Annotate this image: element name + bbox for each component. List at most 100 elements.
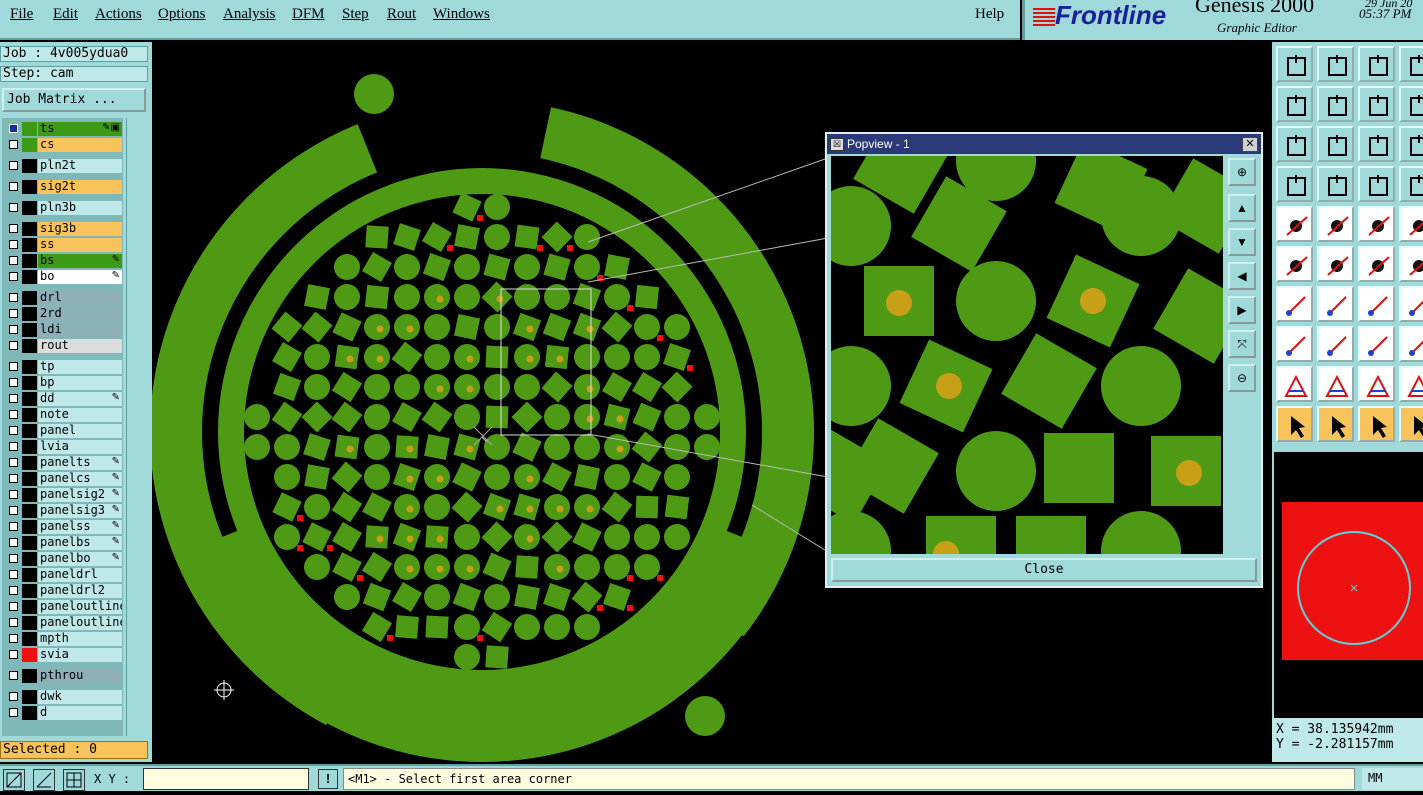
layer-name[interactable]: panelsig2 — [38, 488, 122, 502]
layer-row[interactable]: sig3b — [4, 222, 122, 236]
line-icon[interactable] — [1317, 206, 1354, 242]
layer-scrollbar[interactable] — [126, 118, 149, 736]
layer-name[interactable]: lvia — [38, 440, 122, 454]
zoom-fit-icon[interactable]: ⤧ — [1228, 330, 1256, 358]
pan-up-icon[interactable]: ▲ — [1228, 194, 1256, 222]
center-icon[interactable] — [1317, 126, 1354, 162]
layer-checkbox[interactable] — [9, 708, 18, 717]
layer-row[interactable]: pthrou — [4, 669, 122, 683]
net-icon[interactable] — [1399, 166, 1423, 202]
snap-icon[interactable] — [3, 769, 25, 791]
redraw-icon[interactable] — [1399, 86, 1423, 122]
slash-icon[interactable] — [1276, 286, 1313, 322]
menu-actions[interactable]: Actions — [95, 6, 142, 23]
layer-name[interactable]: panelsig3 — [38, 504, 122, 518]
layer-checkbox[interactable] — [9, 362, 18, 371]
layer-color-swatch[interactable] — [22, 552, 37, 566]
triangle2-icon[interactable] — [1317, 366, 1354, 402]
layer-name[interactable]: 2rd — [38, 307, 122, 321]
layer-checkbox[interactable] — [9, 618, 18, 627]
layer-down-icon[interactable] — [1317, 46, 1354, 82]
menu-windows[interactable]: Windows — [433, 6, 490, 23]
layer-checkbox[interactable] — [9, 410, 18, 419]
layer-checkbox[interactable] — [9, 224, 18, 233]
layer-checkbox[interactable] — [9, 671, 18, 680]
popview-zoom-view[interactable] — [831, 156, 1223, 554]
layer-name[interactable]: paneloutline — [38, 616, 122, 630]
layer-up-icon[interactable] — [1276, 46, 1313, 82]
layer-color-swatch[interactable] — [22, 440, 37, 454]
layer-row[interactable]: pln3b — [4, 201, 122, 215]
layer-name[interactable]: cs — [38, 138, 122, 152]
layer-color-swatch[interactable] — [22, 456, 37, 470]
point-icon[interactable] — [1399, 206, 1423, 242]
ruler-icon[interactable] — [1358, 206, 1395, 242]
scale-icon[interactable] — [1358, 126, 1395, 162]
layer-row[interactable]: pln2t — [4, 159, 122, 173]
layer-row[interactable]: svia — [4, 648, 122, 662]
pan-right-icon[interactable]: ▶ — [1228, 296, 1256, 324]
layer-name[interactable]: panelbo — [38, 552, 122, 566]
dash-icon[interactable] — [1317, 326, 1354, 362]
layer-row[interactable]: sig2t — [4, 180, 122, 194]
layer-color-swatch[interactable] — [22, 291, 37, 305]
layer-row[interactable]: ss — [4, 238, 122, 252]
menu-file[interactable]: File — [10, 6, 33, 23]
layer-checkbox[interactable] — [9, 124, 18, 133]
layer-color-swatch[interactable] — [22, 632, 37, 646]
layer-color-swatch[interactable] — [22, 616, 37, 630]
arc2-icon[interactable] — [1399, 246, 1423, 282]
overview-panel[interactable] — [1272, 452, 1423, 718]
rotate-icon[interactable] — [1358, 286, 1395, 322]
units-indicator[interactable]: MM — [1362, 768, 1423, 790]
layer-checkbox[interactable] — [9, 325, 18, 334]
layer-name[interactable]: sig2t — [38, 180, 122, 194]
layer-checkbox[interactable] — [9, 490, 18, 499]
undo-view-icon[interactable] — [1358, 86, 1395, 122]
layer-checkbox[interactable] — [9, 256, 18, 265]
layer-color-swatch[interactable] — [22, 392, 37, 406]
layer-color-swatch[interactable] — [22, 159, 37, 173]
home-icon[interactable] — [1358, 46, 1395, 82]
layer-row[interactable]: rout — [4, 339, 122, 353]
layer-name[interactable]: sig3b — [38, 222, 122, 236]
connect-icon[interactable] — [1276, 246, 1313, 282]
layer-row[interactable]: paneloutline — [4, 616, 122, 630]
layer-checkbox[interactable] — [9, 341, 18, 350]
flag-icon[interactable] — [1399, 286, 1423, 322]
layer-name[interactable]: panelbs — [38, 536, 122, 550]
layer-name[interactable]: paneloutline — [38, 600, 122, 614]
triangle3-icon[interactable] — [1358, 366, 1395, 402]
layer-color-swatch[interactable] — [22, 201, 37, 215]
layer-name[interactable]: drl — [38, 291, 122, 305]
layer-row[interactable]: bp — [4, 376, 122, 390]
layer-color-swatch[interactable] — [22, 238, 37, 252]
layer-name[interactable]: bs — [38, 254, 122, 268]
layer-row[interactable]: bs ✎ — [4, 254, 122, 268]
layer-color-swatch[interactable] — [22, 138, 37, 152]
layer-checkbox[interactable] — [9, 140, 18, 149]
select-arrow-icon[interactable] — [1276, 406, 1313, 442]
layer-row[interactable]: lvia — [4, 440, 122, 454]
slash2-icon[interactable] — [1317, 286, 1354, 322]
layer-color-swatch[interactable] — [22, 122, 37, 136]
layer-checkbox[interactable] — [9, 394, 18, 403]
layer-color-swatch[interactable] — [22, 584, 37, 598]
layer-name[interactable]: ss — [38, 238, 122, 252]
align-icon[interactable] — [1358, 326, 1395, 362]
menu-step[interactable]: Step — [342, 6, 369, 23]
layer-name[interactable]: d — [38, 706, 122, 720]
layer-row[interactable]: panel — [4, 424, 122, 438]
fit-icon[interactable] — [1276, 126, 1313, 162]
layer-checkbox[interactable] — [9, 506, 18, 515]
layer-checkbox[interactable] — [9, 602, 18, 611]
layer-name[interactable]: pthrou — [38, 669, 122, 683]
layer-row[interactable]: paneldrl2 — [4, 584, 122, 598]
zoom-out-icon[interactable]: ⊖ — [1228, 364, 1256, 392]
layer-row[interactable]: panelsig3 ✎ — [4, 504, 122, 518]
arc-icon[interactable] — [1358, 246, 1395, 282]
layer-checkbox[interactable] — [9, 554, 18, 563]
layer-color-swatch[interactable] — [22, 222, 37, 236]
layer-color-swatch[interactable] — [22, 488, 37, 502]
window-menu-icon[interactable]: ☒ — [830, 138, 844, 151]
